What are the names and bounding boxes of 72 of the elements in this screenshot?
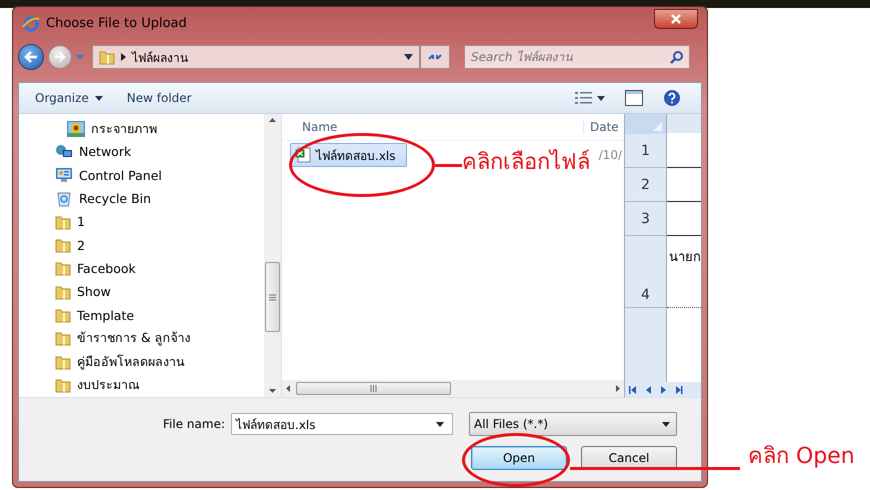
nav-item[interactable]: Control Panel (55, 164, 264, 187)
folder-icon (55, 214, 71, 230)
nav-item[interactable]: Show (55, 280, 264, 304)
close-icon (671, 14, 681, 24)
nav-item[interactable]: 2 (55, 233, 264, 257)
leader-line (435, 164, 462, 167)
list-view-icon (575, 91, 593, 105)
column-header[interactable]: Name (282, 120, 583, 134)
row-number: 4 (625, 236, 667, 308)
nav-item[interactable]: งบประมาณ (55, 373, 264, 397)
row-number: 1 (625, 134, 667, 168)
file-date: /10/ (598, 148, 622, 162)
pane-icon (625, 90, 643, 106)
organize-menu[interactable]: Organize (27, 89, 111, 107)
folder-icon (55, 354, 71, 370)
help-icon (663, 89, 681, 107)
caret-icon (94, 96, 103, 100)
search-icon (670, 51, 683, 64)
caret-icon (662, 422, 670, 426)
chevron-icon (121, 53, 126, 61)
control-panel-icon (55, 167, 73, 184)
grip-icon (370, 385, 377, 392)
scroll-thumb[interactable] (265, 262, 280, 332)
forward-button[interactable] (48, 45, 72, 69)
recycle-bin-icon (55, 190, 73, 207)
nav-item[interactable]: 1 (55, 210, 264, 234)
folder-icon (55, 260, 71, 276)
scroll-right-icon[interactable] (616, 385, 620, 392)
refresh-button[interactable] (420, 45, 450, 69)
sunflower-icon (67, 120, 85, 137)
nav-item[interactable]: Facebook (55, 256, 264, 280)
file-name-field[interactable]: ไฟล์ทดสอบ.xls (231, 413, 453, 435)
nav-item[interactable]: กระจายภาพ (55, 117, 264, 140)
row-number: 3 (625, 202, 667, 236)
file-item[interactable]: ไฟล์ทดสอบ.xls (290, 143, 407, 167)
folder-icon (55, 330, 71, 346)
open-button[interactable]: Open (471, 446, 567, 470)
nav-item[interactable]: Recycle Bin (55, 186, 264, 210)
folder-icon (55, 284, 71, 300)
nav-item[interactable]: Network (55, 140, 264, 164)
arrow-left-icon (24, 51, 38, 63)
nav-item[interactable]: คู่มืออัพโหลดผลงาน (55, 350, 264, 374)
folder-icon (99, 49, 115, 65)
scroll-up-icon[interactable] (269, 118, 276, 122)
browser-icon (22, 14, 40, 32)
search-field[interactable]: Search ไฟล์ผลงาน (464, 45, 690, 69)
scroll-down-icon[interactable] (269, 389, 276, 393)
row-number: 2 (625, 168, 667, 202)
nav-item[interactable]: Template (55, 303, 264, 327)
nav-item[interactable]: ข้าราชการ & ลูกจ้าง (55, 326, 264, 350)
new-folder-button[interactable]: New folder (118, 89, 200, 107)
arrow-right-icon (54, 52, 66, 62)
back-button[interactable] (18, 44, 44, 70)
scroll-left-icon[interactable] (286, 385, 290, 392)
globe-monitor-icon (55, 144, 73, 160)
file-type-dropdown[interactable]: All Files (*.*) (469, 412, 677, 436)
spreadsheet-icon (295, 147, 311, 163)
file-name-label: File name: (163, 417, 225, 431)
close-button[interactable] (654, 8, 698, 28)
address-bar[interactable]: ไฟล์ผลงาน (92, 45, 420, 69)
cell-text: นายก (669, 250, 701, 265)
folder-icon (55, 237, 71, 254)
caret-icon (597, 96, 605, 100)
grip-icon (269, 294, 276, 300)
triangle-icon (653, 122, 662, 131)
folder-icon (55, 376, 71, 393)
window-title: Choose File to Upload (46, 16, 188, 31)
scroll-thumb[interactable] (296, 382, 451, 395)
dropdown-icon[interactable] (436, 422, 444, 426)
annotation-text: คลิก Open (748, 446, 855, 468)
dropdown-icon[interactable] (404, 54, 413, 60)
folder-icon (55, 307, 71, 324)
